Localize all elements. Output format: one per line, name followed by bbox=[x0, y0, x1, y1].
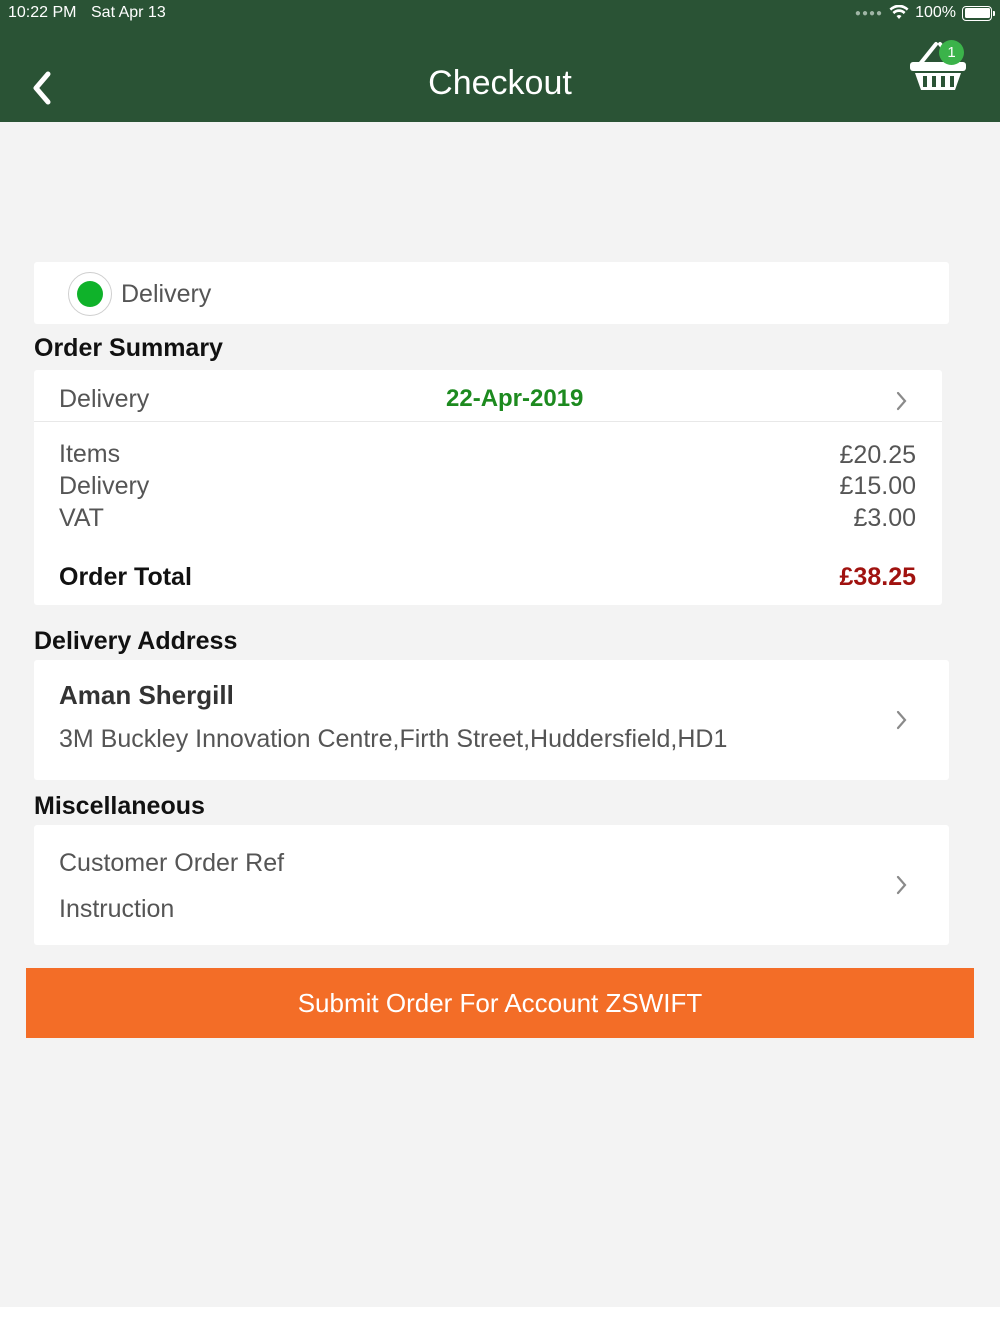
cellular-signal-icon: ●●●● bbox=[854, 7, 884, 19]
status-indicators: ●●●● 100% bbox=[854, 4, 995, 22]
miscellaneous-card[interactable] bbox=[34, 825, 949, 945]
order-total-label: Order Total bbox=[59, 563, 192, 591]
chevron-right-icon[interactable] bbox=[895, 390, 909, 412]
submit-order-button[interactable]: Submit Order For Account ZSWIFT bbox=[26, 968, 974, 1038]
page-title: Checkout bbox=[428, 64, 572, 102]
wifi-icon bbox=[889, 5, 909, 19]
items-label: Items bbox=[59, 440, 121, 468]
status-time: 10:22 PM bbox=[8, 4, 77, 21]
battery-percentage: 100% bbox=[915, 4, 956, 21]
chevron-right-icon[interactable] bbox=[895, 709, 909, 731]
vat-value: £3.00 bbox=[853, 504, 916, 532]
radio-selected-dot bbox=[77, 281, 103, 307]
divider bbox=[34, 421, 942, 422]
order-total-value: £38.25 bbox=[839, 563, 916, 591]
order-summary-title: Order Summary bbox=[34, 334, 223, 362]
status-date: Sat Apr 13 bbox=[91, 4, 166, 21]
delivery-address-card[interactable] bbox=[34, 660, 949, 780]
miscellaneous-title: Miscellaneous bbox=[34, 792, 205, 820]
delivery-cost-label: Delivery bbox=[59, 472, 150, 500]
address-name: Aman Shergill bbox=[59, 680, 234, 710]
delivery-date-label[interactable]: Delivery bbox=[59, 385, 149, 414]
battery-icon bbox=[962, 5, 995, 21]
vat-label: VAT bbox=[59, 504, 104, 532]
items-value: £20.25 bbox=[839, 441, 916, 469]
delivery-date-value[interactable]: 22-Apr-2019 bbox=[446, 385, 583, 413]
bottom-strip bbox=[0, 1307, 1000, 1334]
chevron-right-icon[interactable] bbox=[895, 874, 909, 896]
customer-order-ref-label[interactable]: Customer Order Ref bbox=[59, 849, 284, 878]
delivery-radio-button[interactable] bbox=[68, 272, 112, 316]
instruction-label[interactable]: Instruction bbox=[59, 895, 174, 924]
delivery-option-label: Delivery bbox=[121, 280, 212, 308]
delivery-address-title: Delivery Address bbox=[34, 627, 238, 655]
address-line: 3M Buckley Innovation Centre,Firth Stree… bbox=[59, 725, 728, 753]
basket-count-badge: 1 bbox=[939, 40, 964, 65]
delivery-cost-value: £15.00 bbox=[839, 472, 916, 500]
status-bar: 10:22 PM Sat Apr 13 ●●●● 100% bbox=[0, 0, 1000, 28]
app-header: 10:22 PM Sat Apr 13 ●●●● 100% Checkout 1 bbox=[0, 0, 1000, 122]
